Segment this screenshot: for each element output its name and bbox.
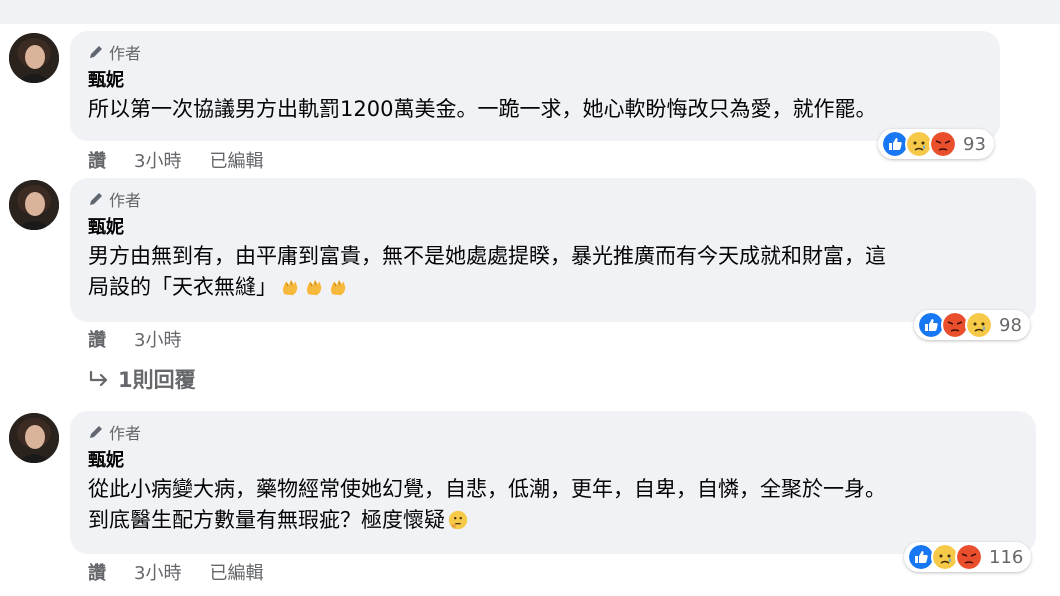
comment-text: 男方由無到有，由平庸到富貴，無不是她處處提睽，暴光推廣而有今天成就和財富，這 局… xyxy=(88,241,1016,303)
like-button[interactable]: 讚 xyxy=(88,147,106,173)
comment-line: 男方由無到有，由平庸到富貴，無不是她處處提睽，暴光推廣而有今天成就和財富，這 xyxy=(88,244,886,268)
author-badge: 作者 xyxy=(88,421,1016,443)
angry-reaction-icon xyxy=(955,543,983,571)
reactions-summary[interactable]: 93 xyxy=(878,129,994,159)
reply-arrow-icon xyxy=(89,370,108,387)
comment-text: 從此小病變大病，藥物經常使她幻覺，自悲，低潮，更年，自卑，自憐，全聚於一身。 到… xyxy=(88,474,1016,536)
reactions-summary[interactable]: 98 xyxy=(914,310,1030,340)
reactions-summary[interactable]: 116 xyxy=(904,542,1032,572)
comment-line-text: 局設的「天衣無縫」 xyxy=(88,275,277,299)
author-name[interactable]: 甄妮 xyxy=(88,68,980,94)
edited-label: 已編輯 xyxy=(209,563,264,584)
comment-bubble: 作者 甄妮 男方由無到有，由平庸到富貴，無不是她處處提睽，暴光推廣而有今天成就和… xyxy=(70,178,1036,322)
reaction-count: 116 xyxy=(989,546,1024,568)
comment-actions: 讚 3小時 已編輯 xyxy=(88,559,291,585)
pencil-icon xyxy=(90,193,102,205)
view-replies-link[interactable]: 1則回覆 xyxy=(88,364,196,394)
author-badge-label: 作者 xyxy=(109,424,142,443)
comment-line: 所以第一次協議男方出軌罰1200萬美金。一跪一求，她心軟盼悔改只為愛，就作罷。 xyxy=(88,97,877,121)
comment-line: 到底醫生配方數量有無瑕疵？極度懷疑 xyxy=(88,505,1016,536)
author-badge-label: 作者 xyxy=(109,44,142,63)
timestamp[interactable]: 3小時 xyxy=(134,326,181,352)
comment-bubble: 作者 甄妮 所以第一次協議男方出軌罰1200萬美金。一跪一求，她心軟盼悔改只為愛… xyxy=(70,31,1000,141)
comment-line-text: 到底醫生配方數量有無瑕疵？極度懷疑 xyxy=(88,508,445,532)
timestamp[interactable]: 3小時 xyxy=(134,559,181,585)
clapping-hands-icon xyxy=(331,279,346,296)
clapping-hands-icon xyxy=(283,279,298,296)
top-bar xyxy=(0,0,1060,24)
avatar[interactable] xyxy=(9,33,59,83)
like-button[interactable]: 讚 xyxy=(88,559,106,585)
reaction-count: 98 xyxy=(999,314,1022,336)
replies-label[interactable]: 1則回覆 xyxy=(118,364,196,394)
clapping-hands-icon xyxy=(307,279,322,296)
comment-text: 所以第一次協議男方出軌罰1200萬美金。一跪一求，她心軟盼悔改只為愛，就作罷。 xyxy=(88,94,980,125)
author-name[interactable]: 甄妮 xyxy=(88,215,1016,241)
avatar[interactable] xyxy=(9,413,59,463)
comment-line: 局設的「天衣無縫」 xyxy=(88,272,1016,303)
like-button[interactable]: 讚 xyxy=(88,326,106,352)
author-badge: 作者 xyxy=(88,41,980,63)
angry-reaction-icon xyxy=(929,130,957,158)
author-badge-label: 作者 xyxy=(109,191,142,210)
comment-actions: 讚 3小時 已編輯 xyxy=(88,147,291,173)
author-name[interactable]: 甄妮 xyxy=(88,448,1016,474)
avatar[interactable] xyxy=(9,180,59,230)
reaction-count: 93 xyxy=(963,133,986,155)
timestamp[interactable]: 3小時 xyxy=(134,147,181,173)
sad-reaction-icon xyxy=(965,311,993,339)
pencil-icon xyxy=(90,426,102,438)
comment-line: 從此小病變大病，藥物經常使她幻覺，自悲，低潮，更年，自卑，自憐，全聚於一身。 xyxy=(88,477,886,501)
comment-actions: 讚 3小時 xyxy=(88,326,209,352)
comment-bubble: 作者 甄妮 從此小病變大病，藥物經常使她幻覺，自悲，低潮，更年，自卑，自憐，全聚… xyxy=(70,411,1036,554)
edited-label: 已編輯 xyxy=(209,151,264,172)
thinking-face-icon xyxy=(448,510,468,530)
author-badge: 作者 xyxy=(88,188,1016,210)
pencil-icon xyxy=(90,46,102,58)
